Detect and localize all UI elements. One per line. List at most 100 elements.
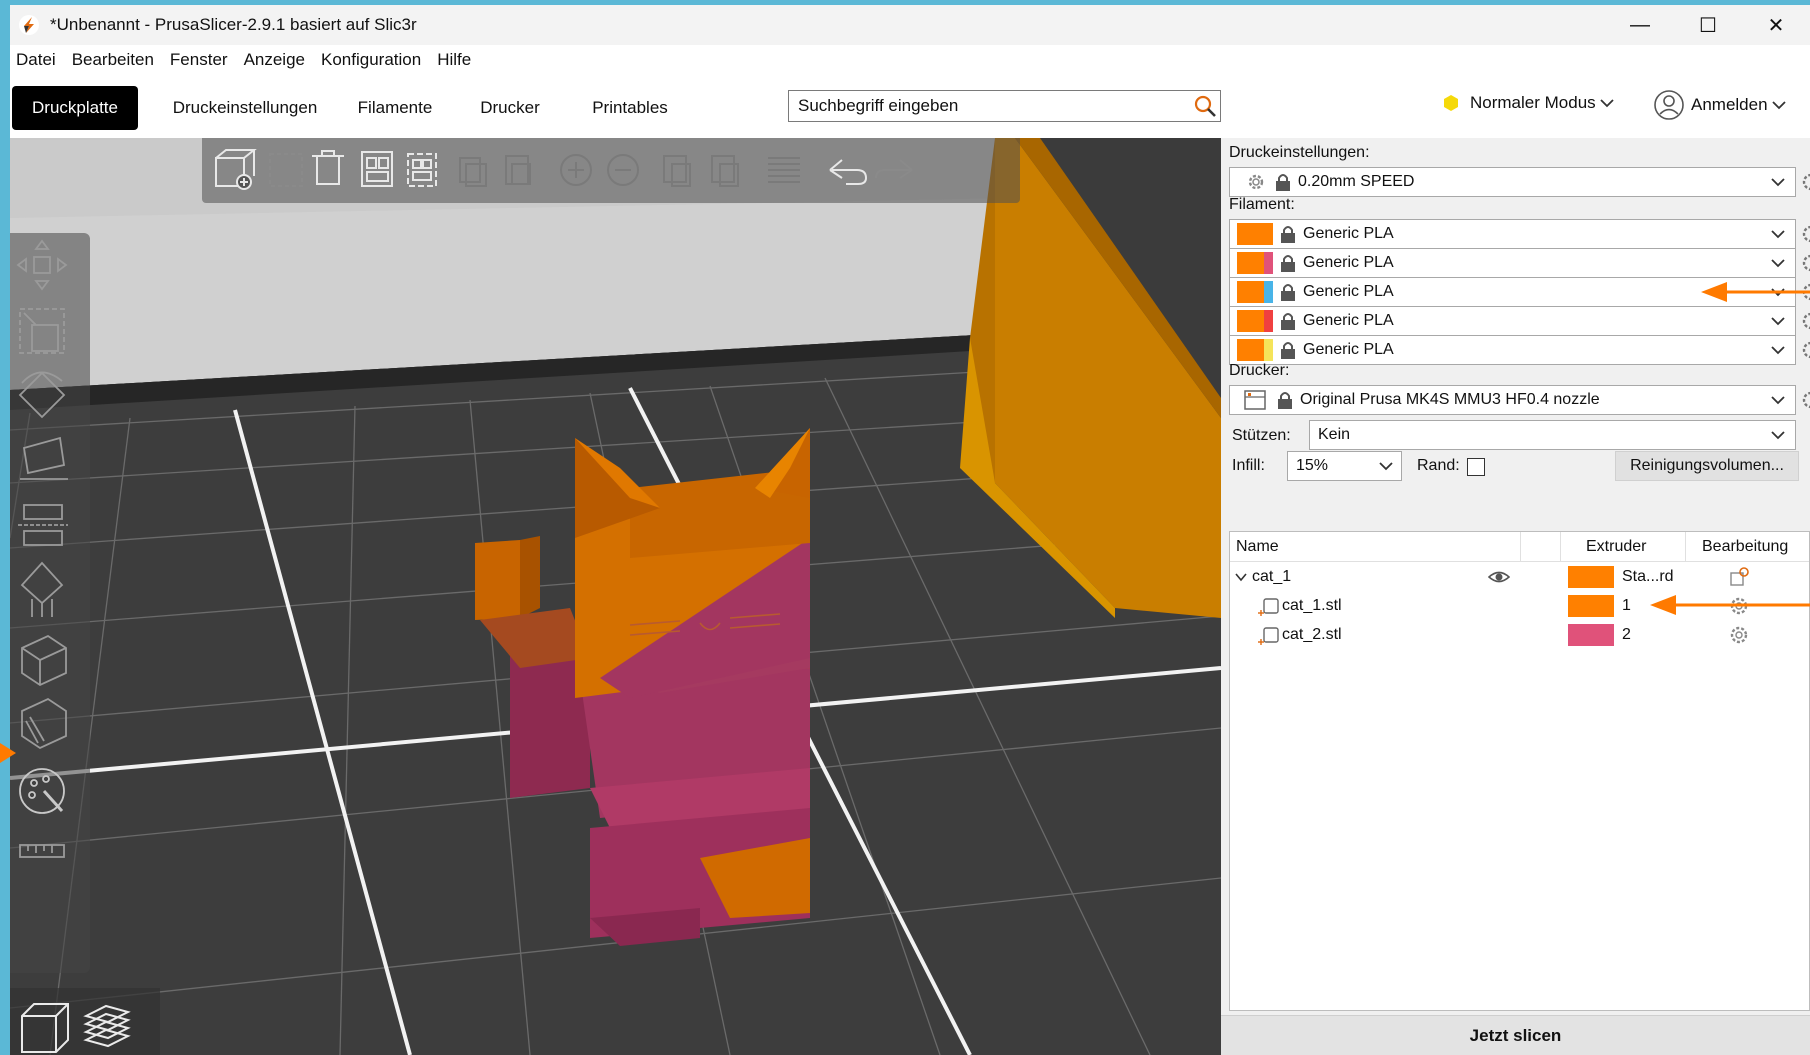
printer-profile-combo[interactable]: Original Prusa MK4S MMU3 HF0.4 nozzle	[1229, 385, 1796, 415]
3d-view-icon[interactable]	[21, 1003, 69, 1053]
object-settings-icon[interactable]	[1728, 566, 1750, 588]
multimaterial-paint-icon[interactable]	[19, 768, 65, 814]
chevron-down-icon	[1771, 396, 1785, 405]
menu-bar: Datei Bearbeiten Fenster Anzeige Konfigu…	[10, 45, 1810, 75]
menu-bearbeiten[interactable]: Bearbeiten	[66, 50, 164, 70]
filament-name: Generic PLA	[1303, 225, 1394, 242]
menu-konfiguration[interactable]: Konfiguration	[315, 50, 431, 70]
paste-icon[interactable]	[505, 155, 531, 185]
trash-icon[interactable]	[312, 150, 344, 185]
build-plate-scene	[10, 138, 1221, 1055]
delete-object-icon[interactable]	[269, 153, 303, 187]
undo-icon[interactable]	[829, 159, 868, 185]
lock-icon	[1276, 174, 1290, 191]
tab-druckeinstellungen[interactable]: Druckeinstellungen	[160, 86, 330, 130]
add-instance-icon[interactable]	[560, 154, 592, 186]
filament-name: Generic PLA	[1303, 254, 1394, 271]
filament-color-swatch	[1237, 281, 1273, 303]
infill-combo[interactable]: 15%	[1287, 451, 1402, 481]
printer-gear-icon[interactable]	[1800, 389, 1810, 411]
3d-viewport[interactable]	[10, 138, 1221, 1055]
tab-drucker[interactable]: Drucker	[460, 86, 560, 130]
title-bar: *Unbenannt - PrusaSlicer-2.9.1 basiert a…	[10, 5, 1810, 45]
part-name: cat_1.stl	[1282, 597, 1342, 614]
slice-now-button[interactable]: Jetzt slicen	[1221, 1015, 1810, 1055]
filament-combo-4[interactable]: Generic PLA	[1229, 306, 1796, 336]
extruder-value[interactable]: Sta...rd	[1622, 568, 1674, 586]
split-objects-icon[interactable]	[663, 155, 691, 187]
filament-1-gear-icon[interactable]	[1800, 223, 1810, 245]
column-header-edit[interactable]: Bearbeitung	[1702, 538, 1788, 556]
filament-color-swatch	[1237, 252, 1273, 274]
menu-hilfe[interactable]: Hilfe	[431, 50, 481, 70]
chevron-down-icon	[1771, 259, 1785, 268]
preview-layers-icon[interactable]	[83, 1004, 131, 1048]
purge-volumes-button[interactable]: Reinigungsvolumen...	[1615, 451, 1799, 481]
cut-icon[interactable]	[18, 504, 68, 546]
print-profile-combo[interactable]: 0.20mm SPEED	[1229, 167, 1796, 197]
object-row-cat-2-stl[interactable]: cat_2.stl 2	[1230, 620, 1809, 650]
part-icon	[1258, 598, 1279, 616]
add-object-icon[interactable]	[215, 149, 257, 190]
move-icon[interactable]	[16, 239, 68, 291]
menu-datei[interactable]: Datei	[10, 50, 66, 70]
filament-4-gear-icon[interactable]	[1800, 310, 1810, 332]
print-settings-gear-icon[interactable]	[1800, 171, 1810, 193]
arrange-selection-icon[interactable]	[407, 153, 437, 187]
tab-bar: Druckplatte Druckeinstellungen Filamente…	[10, 75, 1810, 138]
measure-icon[interactable]	[19, 844, 65, 858]
layers-edit-icon[interactable]	[768, 157, 800, 183]
extruder-value[interactable]: 2	[1622, 626, 1631, 644]
filament-combo-5[interactable]: Generic PLA	[1229, 335, 1796, 365]
printer-icon	[1244, 390, 1266, 410]
filament-2-gear-icon[interactable]	[1800, 252, 1810, 274]
remove-instance-icon[interactable]	[607, 154, 639, 186]
redo-icon[interactable]	[875, 159, 913, 179]
eye-icon[interactable]	[1488, 568, 1510, 586]
chevron-down-icon[interactable]	[1234, 570, 1248, 584]
supports-value: Kein	[1318, 426, 1351, 443]
gear-icon[interactable]	[1728, 624, 1750, 646]
split-parts-icon[interactable]	[711, 155, 739, 187]
filament-combo-2[interactable]: Generic PLA	[1229, 248, 1796, 278]
search-input[interactable]: Suchbegriff eingeben	[788, 90, 1221, 122]
supports-combo[interactable]: Kein	[1309, 420, 1796, 450]
maximize-button[interactable]: ☐	[1674, 5, 1742, 45]
menu-fenster[interactable]: Fenster	[164, 50, 238, 70]
supports-paint-icon[interactable]	[20, 561, 64, 617]
minimize-button[interactable]: —	[1606, 5, 1674, 45]
fuzzy-skin-icon[interactable]	[21, 697, 67, 750]
menu-anzeige[interactable]: Anzeige	[238, 50, 315, 70]
column-header-extruder[interactable]: Extruder	[1586, 538, 1646, 556]
filament-5-gear-icon[interactable]	[1800, 339, 1810, 361]
left-gizmo-toolbar	[10, 233, 90, 973]
object-list-header: Name Extruder Bearbeitung	[1230, 532, 1809, 562]
part-icon	[1258, 627, 1279, 645]
tab-filamente[interactable]: Filamente	[340, 86, 450, 130]
chevron-down-icon	[1771, 230, 1785, 239]
chevron-down-icon	[1771, 431, 1785, 440]
object-row-cat-1[interactable]: cat_1 Sta...rd	[1230, 562, 1809, 592]
mode-selector[interactable]: Normaler Modus	[1442, 93, 1618, 113]
chevron-down-icon	[1600, 99, 1614, 108]
infill-value: 15%	[1296, 457, 1329, 474]
login-button[interactable]: Anmelden	[1653, 89, 1790, 121]
place-on-face-icon[interactable]	[20, 436, 68, 480]
rotate-icon[interactable]	[18, 371, 66, 419]
scale-icon[interactable]	[19, 308, 65, 354]
tab-druckplatte[interactable]: Druckplatte	[12, 86, 138, 130]
column-header-name[interactable]: Name	[1236, 538, 1279, 556]
search-icon[interactable]	[1190, 91, 1220, 121]
arrange-icon[interactable]	[361, 151, 393, 187]
tab-printables[interactable]: Printables	[570, 86, 690, 130]
extruder-value[interactable]: 1	[1622, 597, 1631, 615]
brim-checkbox[interactable]	[1467, 458, 1485, 476]
filament-combo-1[interactable]: Generic PLA	[1229, 219, 1796, 249]
printer-profile-value: Original Prusa MK4S MMU3 HF0.4 nozzle	[1300, 391, 1600, 408]
chevron-down-icon	[1771, 101, 1786, 110]
extruder-color-swatch	[1568, 595, 1614, 617]
close-button[interactable]: ✕	[1742, 5, 1810, 45]
copy-icon[interactable]	[459, 157, 487, 187]
seam-paint-icon[interactable]	[21, 634, 67, 687]
annotation-arrow-icon	[1701, 282, 1810, 302]
